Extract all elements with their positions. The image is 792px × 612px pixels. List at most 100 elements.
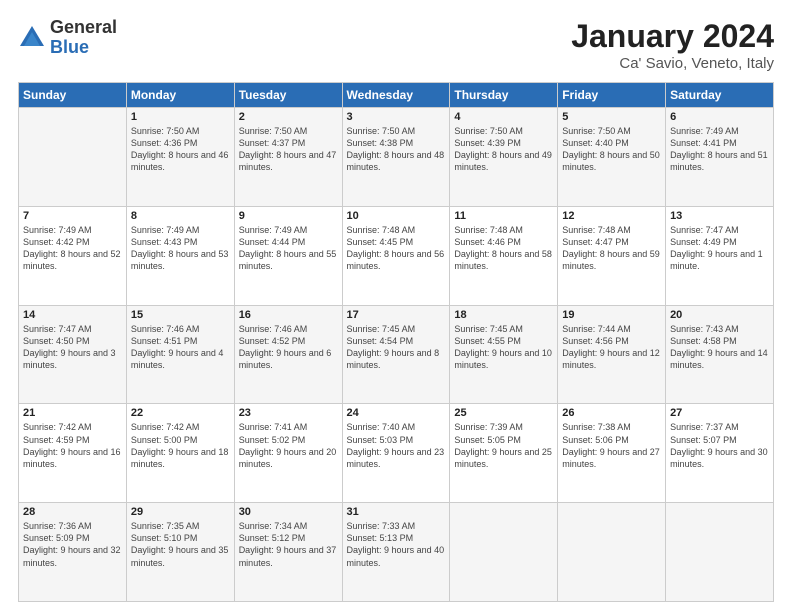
day-info: Sunrise: 7:39 AMSunset: 5:05 PMDaylight:… — [454, 421, 553, 470]
day-info: Sunrise: 7:46 AMSunset: 4:51 PMDaylight:… — [131, 323, 230, 372]
calendar-cell: 16 Sunrise: 7:46 AMSunset: 4:52 PMDayligh… — [234, 305, 342, 404]
day-info: Sunrise: 7:46 AMSunset: 4:52 PMDaylight:… — [239, 323, 338, 372]
day-info: Sunrise: 7:50 AMSunset: 4:38 PMDaylight:… — [347, 125, 446, 174]
day-of-week-tuesday: Tuesday — [234, 83, 342, 108]
day-info: Sunrise: 7:50 AMSunset: 4:40 PMDaylight:… — [562, 125, 661, 174]
day-info: Sunrise: 7:48 AMSunset: 4:45 PMDaylight:… — [347, 224, 446, 273]
calendar-table: SundayMondayTuesdayWednesdayThursdayFrid… — [18, 82, 774, 602]
calendar-cell: 21 Sunrise: 7:42 AMSunset: 4:59 PMDayligh… — [19, 404, 127, 503]
logo-general: General — [50, 18, 117, 38]
day-number: 8 — [131, 210, 230, 222]
calendar-cell: 17Sunrise: 7:45 AMSunset: 4:54 PMDayligh… — [342, 305, 450, 404]
calendar-cell: 20Sunrise: 7:43 AMSunset: 4:58 PMDayligh… — [666, 305, 774, 404]
calendar-title: January 2024 — [571, 18, 774, 55]
calendar-cell: 2Sunrise: 7:50 AMSunset: 4:37 PMDaylight… — [234, 108, 342, 207]
day-info: Sunrise: 7:41 AMSunset: 5:02 PMDaylight:… — [239, 421, 338, 470]
day-number: 4 — [454, 111, 553, 123]
calendar-cell: 3 Sunrise: 7:50 AMSunset: 4:38 PMDaylight… — [342, 108, 450, 207]
calendar-cell: 1Sunrise: 7:50 AMSunset: 4:36 PMDaylight… — [126, 108, 234, 207]
day-number: 17 — [347, 309, 446, 321]
day-number: 7 — [23, 210, 122, 222]
day-number: 5 — [562, 111, 661, 123]
calendar-cell: 23 Sunrise: 7:41 AMSunset: 5:02 PMDayligh… — [234, 404, 342, 503]
day-info: Sunrise: 7:49 AMSunset: 4:43 PMDaylight:… — [131, 224, 230, 273]
calendar-cell: 8 Sunrise: 7:49 AMSunset: 4:43 PMDaylight… — [126, 206, 234, 305]
day-info: Sunrise: 7:33 AMSunset: 5:13 PMDaylight:… — [347, 520, 446, 569]
calendar-cell: 26 Sunrise: 7:38 AMSunset: 5:06 PMDayligh… — [558, 404, 666, 503]
day-info: Sunrise: 7:48 AMSunset: 4:46 PMDaylight:… — [454, 224, 553, 273]
day-number: 16 — [239, 309, 338, 321]
week-row-2: 7 Sunrise: 7:49 AMSunset: 4:42 PMDaylight… — [19, 206, 774, 305]
day-number: 9 — [239, 210, 338, 222]
calendar-cell: 10 Sunrise: 7:48 AMSunset: 4:45 PMDayligh… — [342, 206, 450, 305]
day-number: 21 — [23, 407, 122, 419]
day-number: 29 — [131, 506, 230, 518]
logo: General Blue — [18, 18, 117, 58]
day-header-row: SundayMondayTuesdayWednesdayThursdayFrid… — [19, 83, 774, 108]
calendar-cell: 18Sunrise: 7:45 AMSunset: 4:55 PMDayligh… — [450, 305, 558, 404]
calendar-cell: 6Sunrise: 7:49 AMSunset: 4:41 PMDaylight… — [666, 108, 774, 207]
calendar-cell: 22 Sunrise: 7:42 AMSunset: 5:00 PMDayligh… — [126, 404, 234, 503]
day-number: 3 — [347, 111, 446, 123]
day-number: 26 — [562, 407, 661, 419]
day-number: 19 — [562, 309, 661, 321]
day-number: 11 — [454, 210, 553, 222]
logo-text: General Blue — [50, 18, 117, 58]
calendar-cell: 31 Sunrise: 7:33 AMSunset: 5:13 PMDayligh… — [342, 503, 450, 602]
day-number: 22 — [131, 407, 230, 419]
calendar-cell — [666, 503, 774, 602]
calendar-cell: 19 Sunrise: 7:44 AMSunset: 4:56 PMDayligh… — [558, 305, 666, 404]
day-number: 23 — [239, 407, 338, 419]
day-of-week-sunday: Sunday — [19, 83, 127, 108]
week-row-1: 1Sunrise: 7:50 AMSunset: 4:36 PMDaylight… — [19, 108, 774, 207]
calendar-cell: 25 Sunrise: 7:39 AMSunset: 5:05 PMDayligh… — [450, 404, 558, 503]
day-of-week-wednesday: Wednesday — [342, 83, 450, 108]
calendar-cell: 9 Sunrise: 7:49 AMSunset: 4:44 PMDaylight… — [234, 206, 342, 305]
day-of-week-thursday: Thursday — [450, 83, 558, 108]
calendar-subtitle: Ca' Savio, Veneto, Italy — [571, 55, 774, 72]
day-number: 10 — [347, 210, 446, 222]
day-info: Sunrise: 7:38 AMSunset: 5:06 PMDaylight:… — [562, 421, 661, 470]
day-number: 27 — [670, 407, 769, 419]
day-info: Sunrise: 7:42 AMSunset: 5:00 PMDaylight:… — [131, 421, 230, 470]
calendar-body: 1Sunrise: 7:50 AMSunset: 4:36 PMDaylight… — [19, 108, 774, 602]
day-of-week-friday: Friday — [558, 83, 666, 108]
logo-blue: Blue — [50, 38, 117, 58]
title-area: January 2024 Ca' Savio, Veneto, Italy — [571, 18, 774, 72]
day-number: 30 — [239, 506, 338, 518]
calendar-cell: 30Sunrise: 7:34 AMSunset: 5:12 PMDayligh… — [234, 503, 342, 602]
day-info: Sunrise: 7:50 AMSunset: 4:36 PMDaylight:… — [131, 125, 230, 174]
day-info: Sunrise: 7:43 AMSunset: 4:58 PMDaylight:… — [670, 323, 769, 372]
day-info: Sunrise: 7:47 AMSunset: 4:50 PMDaylight:… — [23, 323, 122, 372]
calendar-cell: 28Sunrise: 7:36 AMSunset: 5:09 PMDayligh… — [19, 503, 127, 602]
day-number: 12 — [562, 210, 661, 222]
day-number: 15 — [131, 309, 230, 321]
logo-icon — [18, 24, 46, 52]
day-info: Sunrise: 7:40 AMSunset: 5:03 PMDaylight:… — [347, 421, 446, 470]
week-row-3: 14Sunrise: 7:47 AMSunset: 4:50 PMDayligh… — [19, 305, 774, 404]
day-number: 25 — [454, 407, 553, 419]
day-info: Sunrise: 7:49 AMSunset: 4:41 PMDaylight:… — [670, 125, 769, 174]
calendar-cell: 12 Sunrise: 7:48 AMSunset: 4:47 PMDayligh… — [558, 206, 666, 305]
day-info: Sunrise: 7:50 AMSunset: 4:37 PMDaylight:… — [239, 125, 338, 174]
calendar-cell: 15 Sunrise: 7:46 AMSunset: 4:51 PMDayligh… — [126, 305, 234, 404]
calendar-cell: 4 Sunrise: 7:50 AMSunset: 4:39 PMDaylight… — [450, 108, 558, 207]
day-info: Sunrise: 7:44 AMSunset: 4:56 PMDaylight:… — [562, 323, 661, 372]
day-info: Sunrise: 7:49 AMSunset: 4:42 PMDaylight:… — [23, 224, 122, 273]
calendar-cell — [450, 503, 558, 602]
day-info: Sunrise: 7:47 AMSunset: 4:49 PMDaylight:… — [670, 224, 769, 273]
day-info: Sunrise: 7:42 AMSunset: 4:59 PMDaylight:… — [23, 421, 122, 470]
calendar-cell: 11 Sunrise: 7:48 AMSunset: 4:46 PMDayligh… — [450, 206, 558, 305]
week-row-5: 28Sunrise: 7:36 AMSunset: 5:09 PMDayligh… — [19, 503, 774, 602]
calendar-cell: 14Sunrise: 7:47 AMSunset: 4:50 PMDayligh… — [19, 305, 127, 404]
calendar-cell: 24Sunrise: 7:40 AMSunset: 5:03 PMDayligh… — [342, 404, 450, 503]
calendar-cell — [19, 108, 127, 207]
calendar-cell — [558, 503, 666, 602]
day-info: Sunrise: 7:50 AMSunset: 4:39 PMDaylight:… — [454, 125, 553, 174]
day-number: 31 — [347, 506, 446, 518]
day-info: Sunrise: 7:48 AMSunset: 4:47 PMDaylight:… — [562, 224, 661, 273]
day-info: Sunrise: 7:49 AMSunset: 4:44 PMDaylight:… — [239, 224, 338, 273]
day-info: Sunrise: 7:37 AMSunset: 5:07 PMDaylight:… — [670, 421, 769, 470]
page: General Blue January 2024 Ca' Savio, Ven… — [0, 0, 792, 612]
day-info: Sunrise: 7:45 AMSunset: 4:55 PMDaylight:… — [454, 323, 553, 372]
